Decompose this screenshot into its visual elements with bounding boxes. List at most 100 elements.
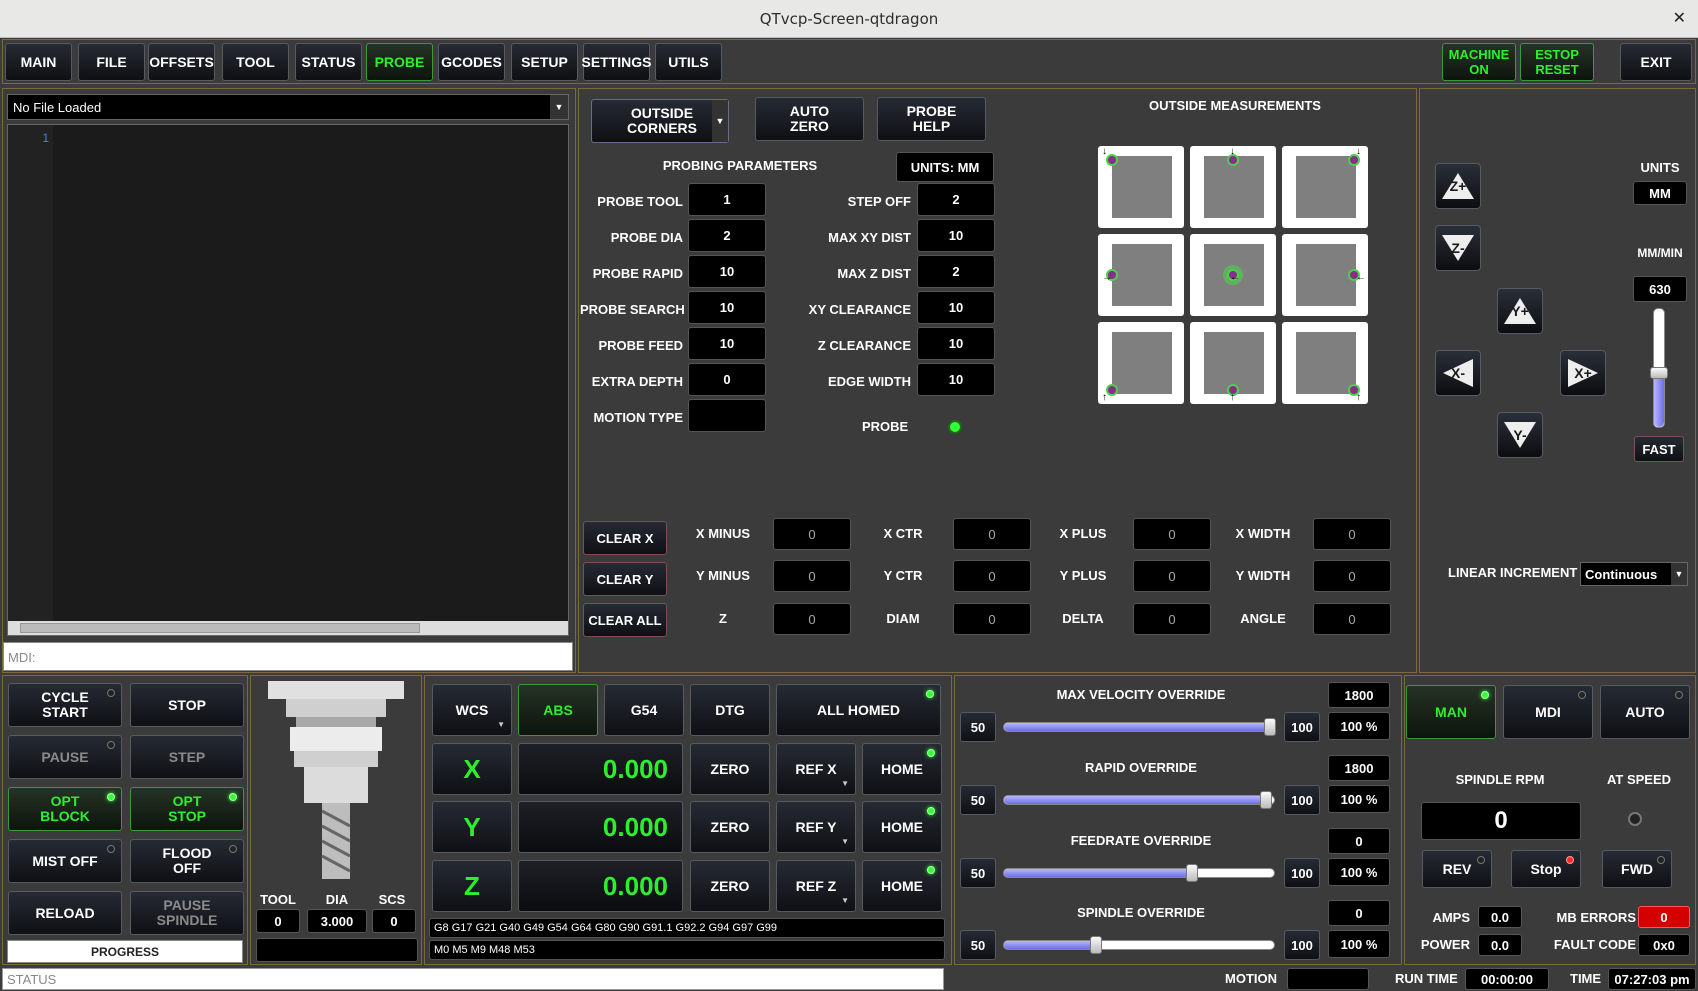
override-max-button[interactable]: 100 bbox=[1284, 930, 1320, 960]
override-min-button[interactable]: 50 bbox=[960, 930, 996, 960]
spindle-fwd-button[interactable]: FWD bbox=[1602, 850, 1672, 888]
probe-option-2-1[interactable]: ↑ bbox=[1190, 322, 1276, 404]
probe-help-button[interactable]: PROBE HELP bbox=[877, 97, 986, 141]
tab-utils[interactable]: UTILS bbox=[655, 43, 722, 81]
override-slider[interactable] bbox=[1003, 718, 1276, 736]
param-field-step-off[interactable]: 2 bbox=[917, 183, 995, 216]
opt-block-button[interactable]: OPT BLOCK bbox=[8, 787, 122, 831]
param-field-motion-type[interactable] bbox=[688, 399, 766, 432]
man-mode-button[interactable]: MAN bbox=[1406, 685, 1496, 739]
param-field-max-xy-dist[interactable]: 10 bbox=[917, 219, 995, 252]
jog-rate-slider[interactable] bbox=[1650, 308, 1668, 428]
param-field-xy-clearance[interactable]: 10 bbox=[917, 291, 995, 324]
param-field-probe-dia[interactable]: 2 bbox=[688, 219, 766, 252]
ref-y-button[interactable]: REF Y ▼ bbox=[776, 801, 856, 853]
flood-button[interactable]: FLOOD OFF bbox=[130, 839, 244, 883]
slider-handle[interactable] bbox=[1089, 936, 1102, 954]
dtg-button[interactable]: DTG bbox=[690, 684, 770, 736]
override-max-button[interactable]: 100 bbox=[1284, 785, 1320, 815]
tab-main[interactable]: MAIN bbox=[5, 43, 72, 81]
mdi-mode-button[interactable]: MDI bbox=[1503, 685, 1593, 739]
machine-on-button[interactable]: MACHINE ON bbox=[1442, 43, 1516, 81]
tab-offsets[interactable]: OFFSETS bbox=[148, 43, 215, 81]
tab-setup[interactable]: SETUP bbox=[511, 43, 578, 81]
probe-option-1-0[interactable]: → bbox=[1098, 234, 1184, 316]
reload-button[interactable]: RELOAD bbox=[8, 891, 122, 935]
jog-y-plus-button[interactable]: Y+ bbox=[1497, 288, 1543, 334]
axis-z-button[interactable]: Z bbox=[432, 860, 512, 912]
probe-option-1-1[interactable]: ← bbox=[1190, 234, 1276, 316]
tab-probe[interactable]: PROBE bbox=[366, 43, 433, 81]
dropdown-icon[interactable]: ▼ bbox=[1671, 563, 1687, 585]
tab-file[interactable]: FILE bbox=[78, 43, 145, 81]
pause-button[interactable]: PAUSE bbox=[8, 735, 122, 779]
spindle-stop-button[interactable]: Stop bbox=[1511, 850, 1581, 888]
abs-button[interactable]: ABS bbox=[518, 684, 598, 736]
override-min-button[interactable]: 50 bbox=[960, 785, 996, 815]
override-slider[interactable] bbox=[1003, 936, 1275, 954]
jog-z-minus-button[interactable]: Z- bbox=[1435, 225, 1481, 271]
clear-y-button[interactable]: CLEAR Y bbox=[583, 562, 667, 596]
estop-reset-button[interactable]: ESTOP RESET bbox=[1520, 43, 1594, 81]
param-field-extra-depth[interactable]: 0 bbox=[688, 363, 766, 396]
spindle-rev-button[interactable]: REV bbox=[1422, 850, 1492, 888]
horizontal-scrollbar[interactable] bbox=[8, 621, 568, 635]
probe-option-0-1[interactable]: ↓ bbox=[1190, 146, 1276, 228]
param-field-probe-feed[interactable]: 10 bbox=[688, 327, 766, 360]
probe-option-2-2[interactable]: ↑ bbox=[1282, 322, 1368, 404]
param-field-max-z-dist[interactable]: 2 bbox=[917, 255, 995, 288]
param-field-z-clearance[interactable]: 10 bbox=[917, 327, 995, 360]
jog-y-minus-button[interactable]: Y- bbox=[1497, 412, 1543, 458]
close-icon[interactable]: ✕ bbox=[1673, 8, 1686, 28]
ref-z-button[interactable]: REF Z ▼ bbox=[776, 860, 856, 912]
zero-x-button[interactable]: ZERO bbox=[690, 743, 770, 795]
step-button[interactable]: STEP bbox=[130, 735, 244, 779]
pause-spindle-button[interactable]: PAUSE SPINDLE bbox=[130, 891, 244, 935]
probe-option-0-0[interactable]: ↓ bbox=[1098, 146, 1184, 228]
param-field-probe-tool[interactable]: 1 bbox=[688, 183, 766, 216]
override-max-button[interactable]: 100 bbox=[1284, 858, 1320, 888]
home-y-button[interactable]: HOME bbox=[862, 801, 942, 853]
gcode-editor[interactable]: 1 bbox=[7, 124, 569, 636]
param-field-edge-width[interactable]: 10 bbox=[917, 363, 995, 396]
param-field-probe-search[interactable]: 10 bbox=[688, 291, 766, 324]
override-min-button[interactable]: 50 bbox=[960, 858, 996, 888]
tab-gcodes[interactable]: GCODES bbox=[438, 43, 505, 81]
probe-option-1-2[interactable]: ← bbox=[1282, 234, 1368, 316]
file-select[interactable]: No File Loaded ▼ bbox=[7, 94, 569, 120]
scrollbar-thumb[interactable] bbox=[20, 623, 420, 633]
dropdown-icon[interactable]: ▼ bbox=[550, 95, 568, 119]
override-min-button[interactable]: 50 bbox=[960, 712, 996, 742]
probe-option-0-2[interactable]: ↓ bbox=[1282, 146, 1368, 228]
jog-x-minus-button[interactable]: X- bbox=[1435, 350, 1481, 396]
slider-handle[interactable] bbox=[1260, 791, 1273, 809]
param-field-probe-rapid[interactable]: 10 bbox=[688, 255, 766, 288]
mdi-input[interactable]: MDI: bbox=[3, 642, 573, 671]
probe-mode-select[interactable]: OUTSIDE CORNERS ▼ bbox=[591, 99, 729, 143]
auto-mode-button[interactable]: AUTO bbox=[1600, 685, 1690, 739]
linear-increment-select[interactable]: Continuous ▼ bbox=[1580, 562, 1688, 586]
auto-zero-button[interactable]: AUTO ZERO bbox=[755, 97, 864, 141]
override-slider[interactable] bbox=[1003, 791, 1275, 809]
axis-x-button[interactable]: X bbox=[432, 743, 512, 795]
override-max-button[interactable]: 100 bbox=[1284, 712, 1320, 742]
all-homed-button[interactable]: ALL HOMED bbox=[776, 684, 941, 736]
ref-x-button[interactable]: REF X ▼ bbox=[776, 743, 856, 795]
wcs-button[interactable]: WCS ▼ bbox=[432, 684, 512, 736]
zero-z-button[interactable]: ZERO bbox=[690, 860, 770, 912]
clear-x-button[interactable]: CLEAR X bbox=[583, 521, 667, 555]
tab-status[interactable]: STATUS bbox=[295, 43, 362, 81]
tab-tool[interactable]: TOOL bbox=[222, 43, 289, 81]
slider-handle[interactable] bbox=[1264, 718, 1276, 736]
slider-handle[interactable] bbox=[1650, 367, 1668, 379]
axis-y-button[interactable]: Y bbox=[432, 801, 512, 853]
home-x-button[interactable]: HOME bbox=[862, 743, 942, 795]
jog-x-plus-button[interactable]: X+ bbox=[1560, 350, 1606, 396]
clear-all-button[interactable]: CLEAR ALL bbox=[583, 603, 667, 637]
exit-button[interactable]: EXIT bbox=[1620, 43, 1692, 81]
jog-z-plus-button[interactable]: Z+ bbox=[1435, 163, 1481, 209]
tab-settings[interactable]: SETTINGS bbox=[582, 43, 652, 81]
home-z-button[interactable]: HOME bbox=[862, 860, 942, 912]
cycle-start-button[interactable]: CYCLE START bbox=[8, 683, 122, 727]
jog-fast-button[interactable]: FAST bbox=[1634, 436, 1684, 462]
